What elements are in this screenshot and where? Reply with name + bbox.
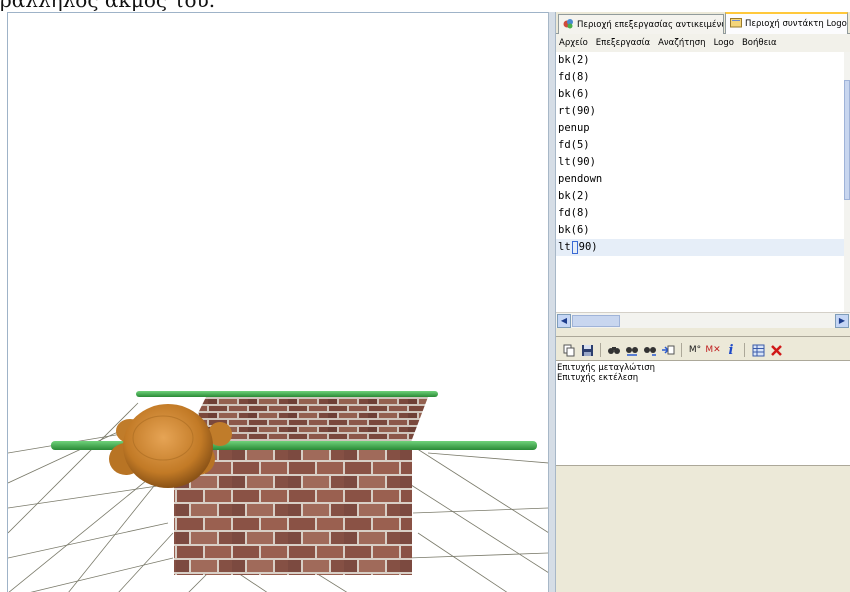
find-icon[interactable] bbox=[606, 342, 622, 358]
memory-icon[interactable]: M° bbox=[687, 342, 703, 358]
menu-search[interactable]: Αναζήτηση bbox=[658, 38, 705, 48]
scene-view[interactable] bbox=[7, 12, 548, 592]
toolbar-separator bbox=[681, 343, 682, 357]
caption-text: ραλληλος ακμος του. bbox=[0, 0, 216, 12]
find-previous-icon[interactable] bbox=[624, 342, 640, 358]
vertical-scroll-thumb[interactable] bbox=[844, 80, 850, 200]
find-next-icon[interactable] bbox=[642, 342, 658, 358]
goto-line-icon[interactable] bbox=[660, 342, 676, 358]
code-text-after-cursor: 90) bbox=[578, 241, 598, 253]
tab-label: Περιοχή επεξεργασίας αντικειμένων bbox=[577, 19, 724, 30]
info-icon[interactable]: i bbox=[723, 342, 739, 358]
objects-icon bbox=[563, 18, 574, 32]
code-line[interactable]: penup bbox=[556, 120, 844, 137]
panel-splitter[interactable] bbox=[548, 12, 556, 592]
horizontal-scroll-thumb[interactable] bbox=[572, 315, 620, 327]
menu-logo[interactable]: Logo bbox=[714, 38, 734, 48]
save-icon[interactable] bbox=[579, 342, 595, 358]
scroll-right-button[interactable]: ▶ bbox=[835, 314, 849, 328]
output-message: Επιτυχής μεταγλώτιση bbox=[557, 363, 656, 373]
code-line[interactable]: bk(2) bbox=[556, 188, 844, 205]
menu-edit[interactable]: Επεξεργασία bbox=[596, 38, 650, 48]
code-line[interactable]: rt(90) bbox=[556, 103, 844, 120]
tab-label: Περιοχή συντάκτη Logo bbox=[745, 19, 847, 29]
code-text-before-cursor: lt bbox=[558, 241, 571, 253]
code-line[interactable]: bk(2) bbox=[556, 52, 844, 69]
table-icon[interactable] bbox=[750, 342, 766, 358]
tab-objects-area[interactable]: Περιοχή επεξεργασίας αντικειμένων bbox=[558, 14, 724, 34]
output-console: Επιτυχής μεταγλώτιση Επιτυχής εκτέλεση bbox=[556, 360, 850, 465]
tab-logo-editor[interactable]: Περιοχή συντάκτη Logo bbox=[725, 12, 848, 34]
text-cursor bbox=[571, 240, 578, 254]
scroll-left-button[interactable]: ◀ bbox=[557, 314, 571, 328]
bottom-panel bbox=[556, 465, 850, 592]
tab-bar: Περιοχή επεξεργασίας αντικειμένων Περιοχ… bbox=[556, 12, 850, 34]
code-line[interactable]: fd(5) bbox=[556, 137, 844, 154]
toolbar-separator bbox=[600, 343, 601, 357]
menu-help[interactable]: Βοήθεια bbox=[742, 38, 777, 48]
menu-bar: Αρχείο Επεξεργασία Αναζήτηση Logo Βοήθει… bbox=[556, 34, 850, 52]
code-line[interactable]: bk(6) bbox=[556, 222, 844, 239]
copy-icon[interactable] bbox=[561, 342, 577, 358]
menu-file[interactable]: Αρχείο bbox=[559, 38, 588, 48]
code-line[interactable]: lt(90) bbox=[556, 154, 844, 171]
scene-canvas[interactable] bbox=[8, 13, 548, 592]
toolbar-divider bbox=[556, 336, 850, 338]
editor-icon bbox=[730, 17, 742, 31]
editor-vertical-scrollbar[interactable] bbox=[844, 52, 850, 328]
editor-horizontal-scrollbar[interactable]: ◀ ▶ bbox=[556, 312, 850, 328]
output-message: Επιτυχής εκτέλεση bbox=[557, 373, 639, 383]
back-rod bbox=[136, 391, 438, 397]
toolbar-separator bbox=[744, 343, 745, 357]
code-editor[interactable]: bk(2) fd(8) bk(6) rt(90) penup fd(5) lt(… bbox=[556, 52, 844, 328]
memory-clear-icon[interactable]: M✕ bbox=[705, 342, 721, 358]
editor-toolbar: M° M✕ i bbox=[556, 340, 850, 360]
current-code-line[interactable]: lt 90) bbox=[556, 239, 844, 256]
code-line[interactable]: bk(6) bbox=[556, 86, 844, 103]
code-line[interactable]: fd(8) bbox=[556, 69, 844, 86]
close-icon[interactable] bbox=[768, 342, 784, 358]
code-line[interactable]: fd(8) bbox=[556, 205, 844, 222]
code-line[interactable]: pendown bbox=[556, 171, 844, 188]
right-panel: Περιοχή επεξεργασίας αντικειμένων Περιοχ… bbox=[556, 12, 850, 592]
